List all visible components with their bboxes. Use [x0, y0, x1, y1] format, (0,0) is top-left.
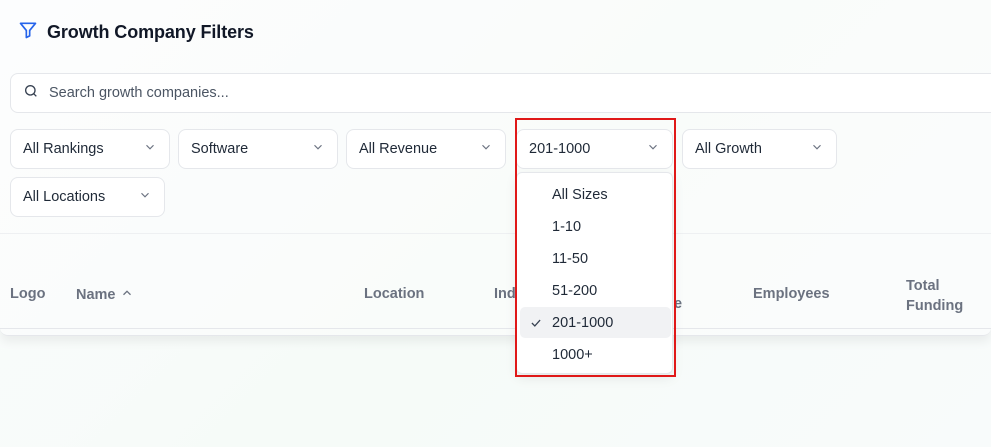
revenue-select[interactable]: All Revenue: [346, 129, 506, 169]
column-employees[interactable]: Employees: [753, 286, 830, 302]
sort-ascending-icon: [120, 286, 134, 304]
revenue-select-value: All Revenue: [359, 141, 438, 157]
size-option-201-1000[interactable]: 201-1000: [520, 307, 671, 338]
search-box[interactable]: [10, 73, 991, 113]
chevron-down-icon: [646, 140, 660, 158]
size-option-all[interactable]: All Sizes: [520, 179, 671, 210]
search-icon: [23, 83, 39, 104]
column-name-label: Name: [76, 287, 116, 303]
column-revenue[interactable]: e: [674, 296, 682, 312]
size-select[interactable]: 201-1000: [516, 129, 673, 169]
size-dropdown-menu: All Sizes 1-10 11-50 51-200 201-1000 100…: [516, 172, 673, 374]
rankings-select-value: All Rankings: [23, 141, 104, 157]
locations-select[interactable]: All Locations: [10, 177, 165, 217]
growth-select-value: All Growth: [695, 141, 762, 157]
size-option-label: 201-1000: [552, 314, 614, 331]
size-option-1000-plus[interactable]: 1000+: [520, 339, 671, 370]
table-header: Logo Name Location Ind e Employees Total…: [0, 233, 991, 329]
chevron-down-icon: [143, 140, 157, 158]
size-option-label: 11-50: [552, 250, 589, 267]
column-logo: Logo: [10, 286, 46, 302]
chevron-down-icon: [311, 140, 325, 158]
column-industry[interactable]: Ind: [494, 286, 516, 302]
size-option-51-200[interactable]: 51-200: [520, 275, 671, 306]
column-total-funding[interactable]: Total Funding: [906, 276, 963, 316]
column-total-funding-line2: Funding: [906, 298, 964, 314]
search-input[interactable]: [49, 85, 949, 101]
size-option-11-50[interactable]: 11-50: [520, 243, 671, 274]
size-option-1-10[interactable]: 1-10: [520, 211, 671, 242]
column-location[interactable]: Location: [364, 286, 424, 302]
size-option-label: 1000+: [552, 346, 593, 363]
size-option-label: 51-200: [552, 282, 598, 299]
growth-select[interactable]: All Growth: [682, 129, 837, 169]
chevron-down-icon: [810, 140, 824, 158]
column-total-funding-line1: Total: [906, 278, 940, 294]
size-select-value: 201-1000: [529, 141, 591, 157]
size-option-label: 1-10: [552, 218, 582, 235]
column-name[interactable]: Name: [76, 286, 134, 304]
page-header: Growth Company Filters: [18, 20, 254, 45]
page-title: Growth Company Filters: [47, 22, 254, 42]
locations-select-value: All Locations: [23, 189, 106, 205]
size-option-label: All Sizes: [552, 186, 608, 203]
industry-select-value: Software: [191, 141, 249, 157]
chevron-down-icon: [479, 140, 493, 158]
filter-icon: [18, 20, 38, 45]
rankings-select[interactable]: All Rankings: [10, 129, 170, 169]
chevron-down-icon: [138, 188, 152, 206]
industry-select[interactable]: Software: [178, 129, 338, 169]
